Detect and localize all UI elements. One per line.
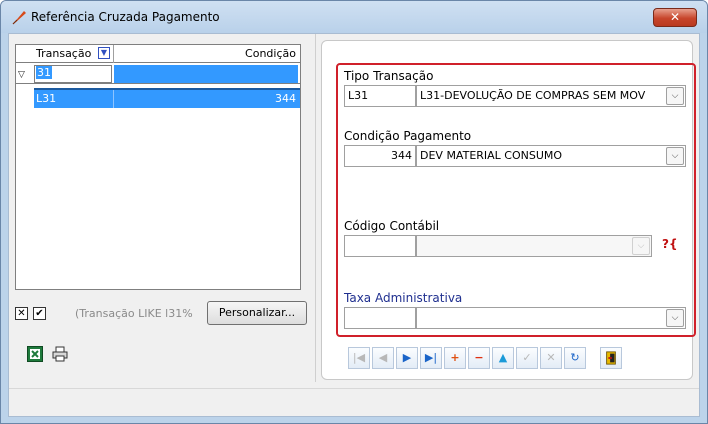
codigo-contabil-label: Código Contábil xyxy=(344,219,440,233)
condicao-pagamento-description[interactable]: DEV MATERIAL CONSUMO xyxy=(416,145,686,167)
funnel-icon: ▽ xyxy=(18,70,25,80)
print-icon[interactable] xyxy=(52,346,68,362)
column-header-label: Transação xyxy=(36,47,92,60)
table-row[interactable]: L31 344 xyxy=(34,88,300,108)
condicao-pagamento-code-input[interactable]: 344 xyxy=(344,145,416,167)
filter-input-transacao[interactable]: 31 xyxy=(34,65,112,83)
pane-divider[interactable] xyxy=(315,34,316,382)
right-pane: Tipo Transação L31 L31-DEVOLUÇÃO DE COMP… xyxy=(321,40,696,380)
column-header-condicao[interactable]: Condição xyxy=(114,45,300,63)
customize-button[interactable]: Personalizar... xyxy=(207,301,307,325)
tipo-transacao-label: Tipo Transação xyxy=(344,69,434,83)
chevron-down-icon[interactable]: ⌵ xyxy=(666,87,684,105)
last-record-button[interactable]: ▶| xyxy=(420,347,442,369)
first-record-button[interactable]: |◀ xyxy=(348,347,370,369)
taxa-administrativa-code-input[interactable] xyxy=(344,307,416,329)
lookup-help-icon[interactable]: ?{ xyxy=(662,237,682,257)
tipo-transacao-code-input[interactable]: L31 xyxy=(344,85,416,107)
codigo-contabil-code-input[interactable] xyxy=(344,235,416,257)
cancel-edit-button[interactable]: ✕ xyxy=(540,347,562,369)
filter-bar: ✕ ✔ (Transação LIKE l31% Personalizar... xyxy=(15,301,309,327)
window-title: Referência Cruzada Pagamento xyxy=(31,10,220,24)
filter-input-value: 31 xyxy=(36,66,52,79)
filter-input-condicao[interactable] xyxy=(114,65,298,83)
cell-transacao: L31 xyxy=(36,92,57,105)
taxa-administrativa-description[interactable] xyxy=(416,307,686,329)
column-header-transacao[interactable]: Transação ▼ xyxy=(34,45,114,63)
chevron-down-icon[interactable]: ⌵ xyxy=(666,147,684,165)
filter-row: ▽ 31 xyxy=(16,64,300,84)
refresh-button[interactable]: ↻ xyxy=(564,347,586,369)
post-record-button[interactable]: ✓ xyxy=(516,347,538,369)
title-bar[interactable]: Referência Cruzada Pagamento ✕ xyxy=(1,1,707,33)
insert-record-button[interactable]: + xyxy=(444,347,466,369)
cell-condicao: 344 xyxy=(275,92,296,105)
filter-expression[interactable]: (Transação LIKE l31% xyxy=(75,307,201,320)
clear-filter-checkbox[interactable]: ✕ xyxy=(15,307,28,320)
client-area: Transação ▼ Condição ▽ 31 L31 344 ✕ ✔ (T… xyxy=(8,33,700,417)
prior-record-button[interactable]: ◀ xyxy=(372,347,394,369)
codigo-contabil-description xyxy=(416,235,652,257)
next-record-button[interactable]: ▶ xyxy=(396,347,418,369)
exit-door-icon[interactable] xyxy=(600,347,622,369)
enable-filter-checkbox[interactable]: ✔ xyxy=(33,307,46,320)
tipo-transacao-description[interactable]: L31-DEVOLUÇÃO DE COMPRAS SEM MOV xyxy=(416,85,686,107)
data-grid[interactable]: Transação ▼ Condição ▽ 31 L31 344 xyxy=(15,44,301,290)
excel-icon[interactable] xyxy=(27,346,43,362)
left-pane: Transação ▼ Condição ▽ 31 L31 344 ✕ ✔ (T… xyxy=(9,34,315,382)
taxa-administrativa-label: Taxa Administrativa xyxy=(344,291,463,305)
close-button[interactable]: ✕ xyxy=(653,8,697,27)
red-feather-icon xyxy=(12,11,26,25)
status-bar xyxy=(9,388,699,416)
filter-dropdown-icon[interactable]: ▼ xyxy=(98,47,110,59)
chevron-down-icon: ⌵ xyxy=(632,237,650,255)
main-window: Referência Cruzada Pagamento ✕ Transação… xyxy=(0,0,708,424)
condicao-pagamento-label: Condição Pagamento xyxy=(344,129,472,143)
chevron-down-icon[interactable]: ⌵ xyxy=(666,309,684,327)
edit-record-button[interactable]: ▲ xyxy=(492,347,514,369)
grid-header: Transação ▼ Condição xyxy=(16,45,300,63)
delete-record-button[interactable]: − xyxy=(468,347,490,369)
